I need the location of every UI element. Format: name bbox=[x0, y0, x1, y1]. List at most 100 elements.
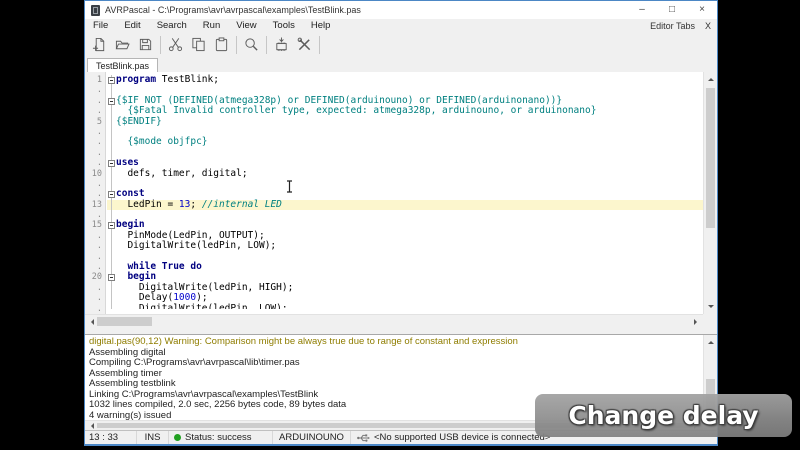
line-number: 1 bbox=[85, 75, 105, 85]
menu-item-edit[interactable]: Edit bbox=[116, 19, 148, 32]
menu-bar: FileEditSearchRunViewToolsHelp Editor Ta… bbox=[85, 19, 717, 32]
menu-item-view[interactable]: View bbox=[228, 19, 264, 32]
minimize-button[interactable]: – bbox=[627, 1, 657, 19]
fold-collapse-icon[interactable] bbox=[107, 75, 116, 85]
code-line-19[interactable]: while True do bbox=[107, 262, 703, 272]
message-line[interactable]: digital.pas(90,12) Warning: Comparison m… bbox=[89, 337, 703, 348]
code-editor[interactable]: 1...5....10..13.15....20... program Test… bbox=[85, 72, 717, 328]
menu-item-help[interactable]: Help bbox=[303, 19, 339, 32]
cut-button[interactable] bbox=[164, 34, 187, 56]
scroll-left-icon[interactable] bbox=[88, 423, 94, 429]
code-line-8[interactable] bbox=[107, 148, 703, 158]
code-text: defs, timer, digital; bbox=[116, 169, 248, 179]
paste-button[interactable] bbox=[210, 34, 233, 56]
code-line-13[interactable]: LedPin = 13; //internal LED bbox=[107, 200, 703, 210]
code-line-11[interactable] bbox=[107, 179, 703, 189]
code-text: {$mode objfpc} bbox=[116, 137, 208, 147]
editor-horizontal-scrollbar[interactable] bbox=[85, 314, 703, 328]
fold-guide-line bbox=[107, 200, 116, 210]
code-line-14[interactable] bbox=[107, 210, 703, 220]
menu-item-search[interactable]: Search bbox=[149, 19, 195, 32]
fold-guide-line bbox=[107, 241, 116, 251]
fold-guide-line bbox=[107, 137, 116, 147]
line-number: . bbox=[85, 179, 105, 189]
compile-status: Status: success bbox=[169, 431, 273, 444]
menu-item-tools[interactable]: Tools bbox=[265, 19, 303, 32]
open-file-button[interactable] bbox=[111, 34, 134, 56]
line-number: 13 bbox=[85, 200, 105, 210]
code-text: {$Fatal Invalid controller type, expecte… bbox=[116, 106, 596, 116]
line-number-gutter: 1...5....10..13.15....20... bbox=[85, 72, 106, 314]
editor-hscroll-thumb[interactable] bbox=[97, 317, 152, 326]
scroll-down-icon[interactable] bbox=[708, 305, 714, 311]
open-file-icon bbox=[115, 37, 130, 52]
caption-overlay: Change delay bbox=[535, 394, 792, 437]
copy-button[interactable] bbox=[187, 34, 210, 56]
toolbar-separator bbox=[236, 36, 237, 54]
fold-collapse-icon[interactable] bbox=[107, 189, 116, 199]
fold-guide-line bbox=[107, 127, 116, 137]
usb-icon bbox=[357, 433, 370, 443]
target-board: ARDUINOUNO bbox=[273, 431, 351, 444]
menu-item-file[interactable]: File bbox=[85, 19, 116, 32]
code-text: LedPin = 13; //internal LED bbox=[116, 200, 282, 210]
editor-tabs-close[interactable]: X bbox=[705, 21, 717, 31]
status-ok-icon bbox=[174, 434, 181, 441]
fold-guide-line bbox=[107, 283, 116, 293]
code-line-17[interactable]: DigitalWrite(ledPin, LOW); bbox=[107, 241, 703, 251]
upload-chip-button[interactable] bbox=[270, 34, 293, 56]
line-number: . bbox=[85, 106, 105, 116]
code-text: program TestBlink; bbox=[116, 75, 219, 85]
code-line-4[interactable]: {$Fatal Invalid controller type, expecte… bbox=[107, 106, 703, 116]
scroll-left-icon[interactable] bbox=[88, 319, 94, 325]
fold-collapse-icon[interactable] bbox=[107, 272, 116, 282]
upload-chip-icon bbox=[274, 37, 289, 52]
menu-item-run[interactable]: Run bbox=[195, 19, 228, 32]
code-lines[interactable]: program TestBlink;{$IF NOT (DEFINED(atme… bbox=[107, 72, 703, 309]
editor-tabs-label[interactable]: Editor Tabs bbox=[650, 21, 705, 31]
line-number: . bbox=[85, 189, 105, 199]
build-tools-button[interactable] bbox=[293, 34, 316, 56]
save-file-icon bbox=[138, 37, 153, 52]
search-button[interactable] bbox=[240, 34, 263, 56]
fold-guide-line bbox=[107, 231, 116, 241]
tab-testblink[interactable]: TestBlink.pas bbox=[87, 58, 158, 73]
toolbar-separator bbox=[266, 36, 267, 54]
fold-collapse-icon[interactable] bbox=[107, 158, 116, 168]
line-number: . bbox=[85, 137, 105, 147]
line-number: . bbox=[85, 252, 105, 262]
fold-collapse-icon[interactable] bbox=[107, 96, 116, 106]
message-line[interactable]: Assembling testblink bbox=[89, 379, 703, 390]
save-file-button[interactable] bbox=[134, 34, 157, 56]
line-number: . bbox=[85, 304, 105, 314]
maximize-button[interactable]: □ bbox=[657, 1, 687, 19]
scroll-up-icon[interactable] bbox=[708, 338, 714, 344]
fold-collapse-icon[interactable] bbox=[107, 220, 116, 230]
tab-bar: TestBlink.pas bbox=[85, 57, 717, 73]
caption-text: Change delay bbox=[568, 401, 758, 430]
editor-vscroll-thumb[interactable] bbox=[706, 88, 715, 228]
line-number: 5 bbox=[85, 117, 105, 127]
code-line-23[interactable]: DigitalWrite(ledPin, LOW); bbox=[107, 304, 703, 309]
code-text: DigitalWrite(ledPin, LOW); bbox=[116, 304, 288, 309]
line-number: . bbox=[85, 127, 105, 137]
editor-vertical-scrollbar[interactable] bbox=[703, 72, 717, 314]
app-icon bbox=[91, 5, 100, 16]
message-line[interactable]: Assembling timer bbox=[89, 369, 703, 380]
code-line-7[interactable]: {$mode objfpc} bbox=[107, 137, 703, 147]
search-icon bbox=[244, 37, 259, 52]
fold-guide-line bbox=[107, 148, 116, 158]
close-button[interactable]: × bbox=[687, 1, 717, 19]
fold-guide-line bbox=[107, 179, 116, 189]
line-number: . bbox=[85, 148, 105, 158]
line-number: 10 bbox=[85, 169, 105, 179]
scroll-up-icon[interactable] bbox=[708, 75, 714, 81]
line-number: . bbox=[85, 85, 105, 95]
code-line-10[interactable]: defs, timer, digital; bbox=[107, 169, 703, 179]
line-number: . bbox=[85, 241, 105, 251]
code-line-5[interactable]: {$ENDIF} bbox=[107, 117, 703, 127]
message-line[interactable]: Compiling C:\Programs\avr\avrpascal\lib\… bbox=[89, 358, 703, 369]
scroll-right-icon[interactable] bbox=[694, 319, 700, 325]
code-line-1[interactable]: program TestBlink; bbox=[107, 75, 703, 85]
new-file-button[interactable] bbox=[88, 34, 111, 56]
